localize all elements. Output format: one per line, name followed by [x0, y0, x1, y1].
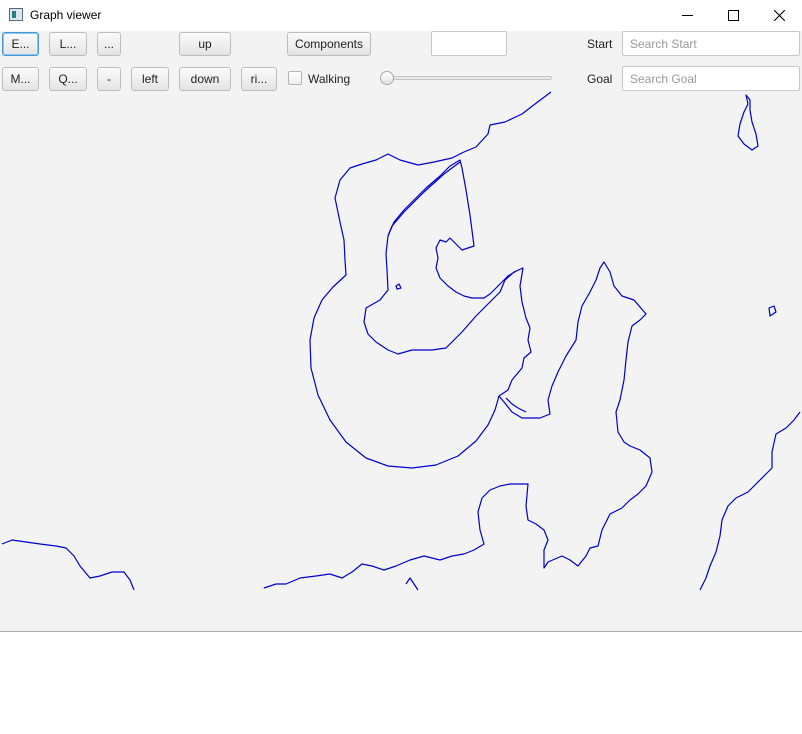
peninsula-inlet — [505, 397, 527, 413]
text-input[interactable] — [431, 31, 507, 56]
east-coastline — [699, 411, 801, 591]
goal-label: Goal — [587, 72, 613, 86]
e-button[interactable]: E... — [2, 32, 39, 56]
walking-checkbox[interactable] — [288, 71, 302, 85]
bay-coastline — [309, 91, 552, 469]
walking-label: Walking — [308, 72, 351, 86]
close-button[interactable] — [756, 0, 802, 31]
tiny-rock-right — [768, 305, 777, 317]
slider-thumb[interactable] — [380, 71, 394, 85]
island-dot — [395, 283, 402, 290]
window-title: Graph viewer — [30, 8, 102, 22]
app-icon — [9, 8, 23, 21]
inner-loop — [387, 161, 461, 237]
bottom-rock — [405, 577, 419, 591]
close-icon — [773, 10, 785, 21]
maximize-icon — [727, 10, 739, 21]
up-button[interactable]: up — [179, 32, 231, 56]
small-island-top-right — [737, 94, 759, 151]
southwest-coastline — [1, 539, 135, 591]
start-label: Start — [587, 37, 613, 51]
components-button[interactable]: Components — [287, 32, 371, 56]
left-button[interactable]: left — [131, 67, 169, 91]
title-bar: Graph viewer — [0, 0, 802, 31]
minimize-button[interactable] — [664, 0, 710, 31]
status-area — [0, 632, 802, 734]
right-button[interactable]: ri... — [241, 67, 277, 91]
minimize-icon — [681, 15, 693, 16]
graph-viewer-window: Graph viewer E... L... ... up Components… — [0, 0, 802, 734]
slider-track[interactable] — [386, 76, 552, 80]
zoom-out-button[interactable]: - — [97, 67, 121, 91]
map-canvas[interactable] — [0, 90, 802, 631]
maximize-button[interactable] — [710, 0, 756, 31]
m-button[interactable]: M... — [2, 67, 39, 91]
q-button[interactable]: Q... — [49, 67, 87, 91]
right-peninsula-coast — [263, 261, 653, 589]
search-goal-input[interactable]: Search Goal — [622, 66, 800, 91]
down-button[interactable]: down — [179, 67, 231, 91]
search-start-input[interactable]: Search Start — [622, 31, 800, 56]
l-button[interactable]: L... — [49, 32, 87, 56]
more-button[interactable]: ... — [97, 32, 121, 56]
